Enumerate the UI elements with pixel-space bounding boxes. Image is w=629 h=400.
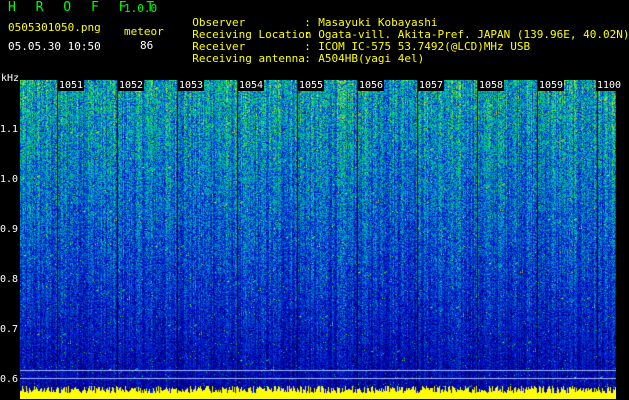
count-value: 86 — [140, 39, 154, 52]
x-tick-label: 1059 — [538, 80, 565, 91]
date-time: 05.05.30 10:50 — [8, 40, 101, 53]
unit-label: kHz — [1, 73, 20, 84]
info-antenna: Receiving antenna: A504HB(yagi 4el) — [192, 52, 425, 65]
x-tick-label: 1056 — [358, 80, 385, 91]
file-name: 0505301050.png — [8, 21, 101, 34]
y-tick-label: 1.0 — [0, 174, 19, 185]
y-tick-label: 1.1 — [0, 124, 19, 135]
app-version: 1.0.0 — [124, 2, 158, 15]
y-tick-label: 0.8 — [0, 274, 19, 285]
x-tick-label: 1054 — [238, 80, 265, 91]
x-tick-label: 1051 — [58, 80, 85, 91]
info-antenna-label: Receiving antenna — [192, 52, 305, 65]
info-antenna-value: A504HB(yagi 4el) — [318, 52, 425, 65]
x-tick-label: 1053 — [178, 80, 205, 91]
spectrogram[interactable] — [20, 80, 616, 399]
x-tick-label: 1055 — [298, 80, 325, 91]
x-tick-label: 1100 — [596, 80, 623, 91]
x-tick-label: 1058 — [478, 80, 505, 91]
x-tick-label: 1052 — [118, 80, 145, 91]
y-tick-label: 0.7 — [0, 324, 19, 335]
y-tick-label: 0.9 — [0, 224, 19, 235]
mode-label: meteor — [124, 25, 164, 38]
x-tick-label: 1057 — [418, 80, 445, 91]
y-tick-label: 0.6 — [0, 374, 19, 385]
